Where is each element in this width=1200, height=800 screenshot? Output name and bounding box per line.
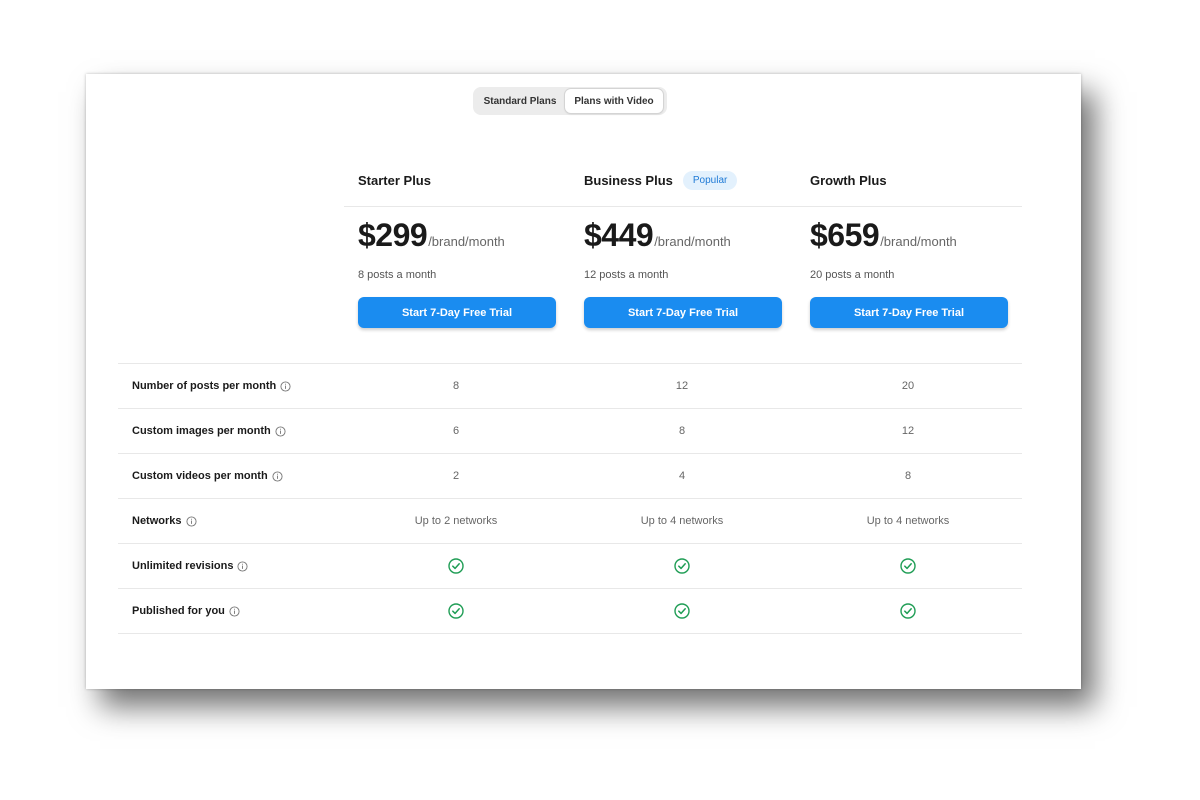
feature-label: Unlimited revisions: [118, 560, 343, 572]
feature-value: 12: [675, 380, 689, 392]
start-trial-button[interactable]: Start 7-Day Free Trial: [584, 297, 782, 328]
feature-label-text: Number of posts per month: [132, 380, 277, 392]
plan-type-toggle: Standard Plans Plans with Video: [473, 87, 667, 115]
info-circle-icon[interactable]: [185, 515, 197, 527]
feature-label: Custom videos per month: [118, 470, 343, 482]
feature-label-text: Published for you: [132, 605, 225, 617]
table-row: Networks Up to 2 networks Up to 4 networ…: [118, 499, 1022, 544]
feature-value: Up to 2 networks: [414, 515, 498, 527]
popular-badge: Popular: [682, 170, 738, 190]
plan-price: $659: [810, 217, 880, 253]
plan-column-business-plus: Business Plus Popular $449 /brand/month …: [584, 169, 794, 328]
feature-value: 12: [901, 425, 915, 437]
plan-name: Business Plus: [584, 172, 673, 188]
check-circle-icon: [343, 603, 569, 619]
table-row: Published for you: [118, 589, 1022, 634]
plan-column-starter-plus: Starter Plus $299 /brand/month 8 posts a…: [358, 169, 568, 328]
feature-label-text: Unlimited revisions: [132, 560, 234, 572]
posts-per-month: 20 posts a month: [810, 269, 895, 281]
check-circle-icon: [795, 558, 1021, 574]
info-circle-icon[interactable]: [237, 560, 249, 572]
plan-price: $449: [584, 217, 654, 253]
feature-table: Number of posts per month 8 12 20 Custom…: [118, 363, 1022, 634]
table-row: Custom images per month 6 8 12: [118, 409, 1022, 454]
feature-value: 4: [678, 470, 686, 482]
price-unit: /brand/month: [654, 234, 731, 249]
posts-per-month: 12 posts a month: [584, 269, 669, 281]
feature-value: 8: [678, 425, 686, 437]
price-unit: /brand/month: [428, 234, 505, 249]
feature-value: 20: [901, 380, 915, 392]
feature-value: 8: [904, 470, 912, 482]
feature-value: 2: [452, 470, 460, 482]
feature-value: Up to 4 networks: [640, 515, 724, 527]
plan-column-growth-plus: Growth Plus $659 /brand/month 20 posts a…: [810, 169, 1020, 328]
feature-label: Networks: [118, 515, 343, 527]
feature-label-text: Networks: [132, 515, 182, 527]
feature-label: Published for you: [118, 605, 343, 617]
feature-label: Custom images per month: [118, 425, 343, 437]
feature-label-text: Custom videos per month: [132, 470, 268, 482]
plans-with-video-tab[interactable]: Plans with Video: [565, 89, 663, 113]
feature-value: 6: [452, 425, 460, 437]
start-trial-button[interactable]: Start 7-Day Free Trial: [810, 297, 1008, 328]
plan-name: Starter Plus: [358, 172, 431, 188]
header-divider: [344, 206, 1022, 207]
check-circle-icon: [795, 603, 1021, 619]
check-circle-icon: [569, 558, 795, 574]
check-circle-icon: [343, 558, 569, 574]
info-circle-icon[interactable]: [229, 605, 240, 617]
posts-per-month: 8 posts a month: [358, 269, 437, 281]
feature-value: 8: [452, 380, 460, 392]
feature-label-text: Custom images per month: [132, 425, 271, 437]
table-row: Custom videos per month 2 4 8: [118, 454, 1022, 499]
info-circle-icon[interactable]: [272, 470, 283, 482]
price-unit: /brand/month: [880, 234, 957, 249]
info-circle-icon[interactable]: [280, 380, 291, 392]
feature-label: Number of posts per month: [118, 380, 343, 392]
plan-price: $299: [358, 217, 428, 253]
standard-plans-tab[interactable]: Standard Plans: [475, 89, 565, 113]
info-circle-icon[interactable]: [275, 425, 286, 437]
table-row: Unlimited revisions: [118, 544, 1022, 589]
table-row: Number of posts per month 8 12 20: [118, 364, 1022, 409]
start-trial-button[interactable]: Start 7-Day Free Trial: [358, 297, 556, 328]
pricing-card: Standard Plans Plans with Video Starter …: [86, 74, 1081, 689]
check-circle-icon: [569, 603, 795, 619]
feature-value: Up to 4 networks: [866, 515, 950, 527]
plan-name: Growth Plus: [810, 172, 887, 188]
